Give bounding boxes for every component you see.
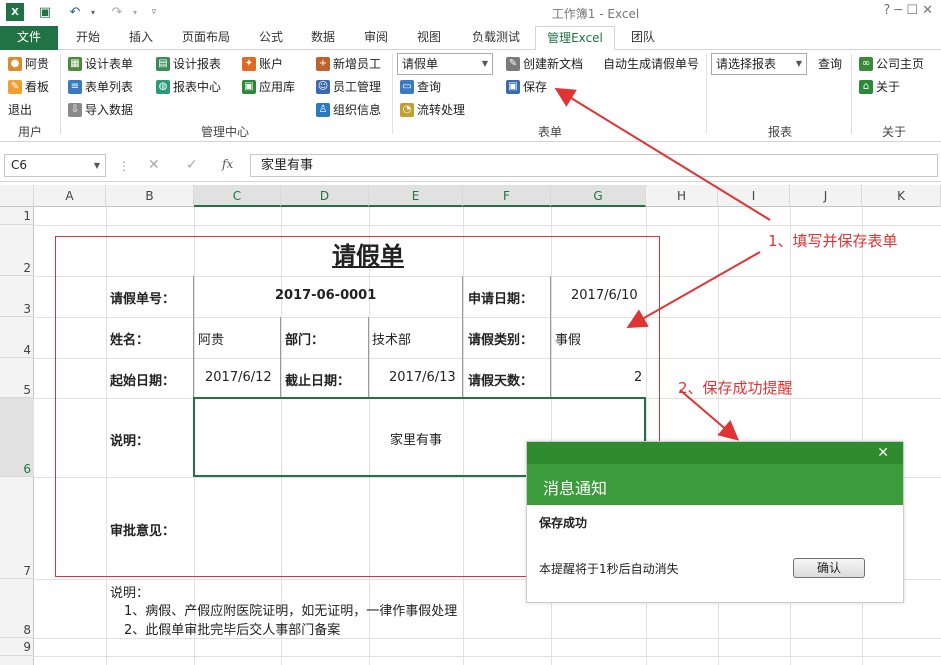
toast-title: 消息通知 xyxy=(543,479,608,498)
close-icon[interactable]: ✕ xyxy=(877,445,889,461)
annotation-step-1: 1、填写并保存表单 xyxy=(768,232,898,250)
toast-notification: ✕ 消息通知 保存成功 本提醒将于1秒后自动消失 确认 xyxy=(526,441,904,603)
toast-header: ✕ 消息通知 xyxy=(527,442,903,505)
arrow-to-form xyxy=(626,251,761,328)
annotation-step-2: 2、保存成功提醒 xyxy=(678,379,793,397)
confirm-button[interactable]: 确认 xyxy=(793,558,865,578)
toast-message: 保存成功 xyxy=(539,516,588,530)
toast-subtext: 本提醒将于1秒后自动消失 xyxy=(539,562,679,576)
arrow-to-save-button xyxy=(554,87,771,221)
